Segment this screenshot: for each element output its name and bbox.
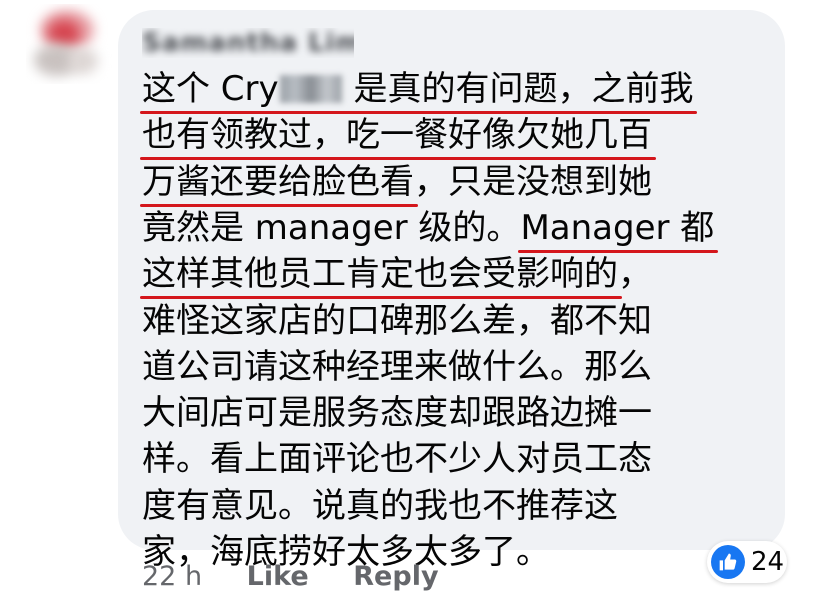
comment-line: 这个 Cry 是真的有问题，之前我 <box>142 66 693 112</box>
comment-timestamp[interactable]: 22 h <box>142 560 202 594</box>
redacted-name <box>279 69 343 109</box>
text-segment: ， <box>618 254 652 295</box>
underlined-text: 也有领教过，吃一餐好像欠她几百 <box>142 115 652 156</box>
underlined-text: 万酱还要给脸色看 <box>142 161 414 202</box>
underlined-text: 这样其他员工肯定也会受影响的 <box>142 254 618 295</box>
redaction-blur <box>279 75 342 103</box>
text-segment: 竟然是 manager 级的。 <box>142 207 521 248</box>
text-segment: 样。看上面评论也不少人对员工态 <box>142 439 652 480</box>
underlined-text: 这个 Cry <box>142 69 279 109</box>
reaction-summary[interactable]: 24 <box>707 541 787 583</box>
underlined-text: 是真的有问题 <box>342 69 558 109</box>
reaction-count: 24 <box>751 547 785 577</box>
comment-line: 难怪这家店的口碑那么差，都不知 <box>142 298 652 344</box>
comment-author-name[interactable]: Samantha Lim <box>142 28 354 58</box>
avatar[interactable] <box>26 4 122 84</box>
comment-line: 度有意见。说真的我也不推荐这 <box>142 483 618 529</box>
text-segment: ，只是没想到她 <box>414 161 652 202</box>
comment-line: 道公司请这种经理来做什么。那么 <box>142 344 652 390</box>
comment-line: 样。看上面评论也不少人对员工态 <box>142 436 652 482</box>
text-segment: 度有意见。说真的我也不推荐这 <box>142 485 618 526</box>
thumbs-up-icon <box>711 545 745 579</box>
comment-line: 这样其他员工肯定也会受影响的， <box>142 251 652 297</box>
underlined-text: Manager 都 <box>520 207 715 248</box>
comment-line: 万酱还要给脸色看，只是没想到她 <box>142 159 652 205</box>
text-segment: 道公司请这种经理来做什么。那么 <box>142 346 652 387</box>
text-segment: 难怪这家店的口碑那么差，都不知 <box>142 300 652 341</box>
comment-line: 竟然是 manager 级的。Manager 都 <box>142 205 714 251</box>
comment-actions: 22 h Like Reply <box>142 560 439 594</box>
text-segment: 大间店可是服务态度却跟路边摊一 <box>142 393 652 434</box>
like-button[interactable]: Like <box>247 560 309 594</box>
reply-button[interactable]: Reply <box>353 560 438 594</box>
comment-line: 也有领教过，吃一餐好像欠她几百 <box>142 112 652 158</box>
underlined-text: ，之前我 <box>557 69 694 109</box>
comment-line: 大间店可是服务态度却跟路边摊一 <box>142 390 652 436</box>
